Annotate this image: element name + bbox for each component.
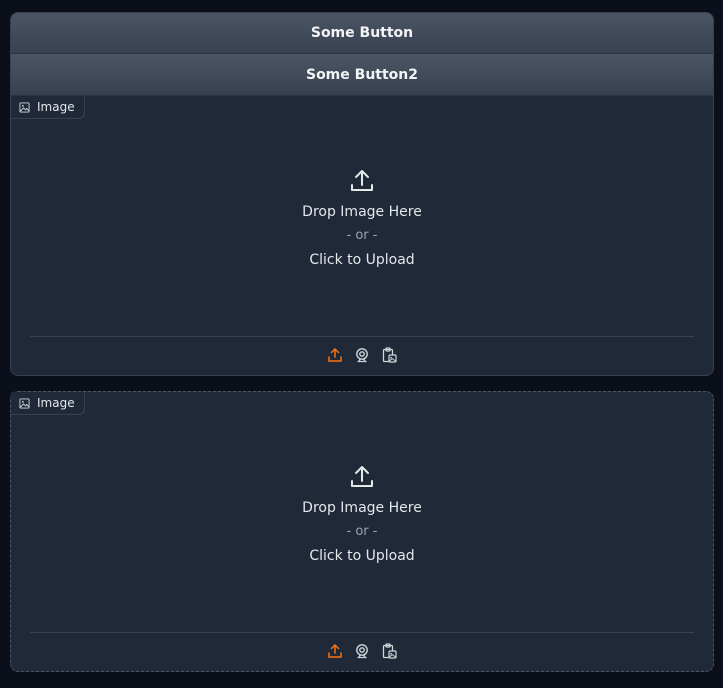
image-label-tag: Image <box>11 392 85 415</box>
app-root: Some Button Some Button2 Image Drop Imag… <box>0 0 723 688</box>
image-upload-component: Image Drop Image Here - or - Click to Up… <box>11 96 713 375</box>
webcam-source-button[interactable] <box>354 642 371 659</box>
image-label-tag: Image <box>11 96 85 119</box>
or-text: - or - <box>346 228 378 243</box>
click-to-upload-text: Click to Upload <box>309 252 415 268</box>
upload-source-button[interactable] <box>327 642 344 659</box>
image-dropzone[interactable]: Drop Image Here - or - Click to Upload <box>11 464 713 568</box>
source-toolbar <box>11 642 713 659</box>
image-icon <box>19 397 30 409</box>
some-button2[interactable]: Some Button2 <box>11 54 713 96</box>
image-dropzone[interactable]: Drop Image Here - or - Click to Upload <box>11 168 713 272</box>
or-text: - or - <box>346 524 378 539</box>
toolbar-divider <box>30 336 694 337</box>
some-button[interactable]: Some Button <box>11 13 713 54</box>
image-upload-component-2: Image Drop Image Here - or - Click to Up… <box>10 391 714 672</box>
clipboard-source-button[interactable] <box>381 346 398 363</box>
upload-source-button[interactable] <box>327 346 344 363</box>
upload-icon <box>328 347 342 362</box>
source-toolbar <box>11 346 713 363</box>
webcam-icon <box>356 643 368 658</box>
image-label: Image <box>37 396 75 410</box>
webcam-source-button[interactable] <box>354 346 371 363</box>
upload-icon <box>351 466 373 487</box>
upload-icon <box>351 170 373 191</box>
drop-image-text: Drop Image Here <box>302 500 422 516</box>
clipboard-icon <box>382 346 397 363</box>
drop-image-text: Drop Image Here <box>302 204 422 220</box>
click-to-upload-text: Click to Upload <box>309 548 415 564</box>
toolbar-divider <box>30 632 694 633</box>
clipboard-source-button[interactable] <box>381 642 398 659</box>
webcam-icon <box>356 347 368 362</box>
upload-icon <box>328 643 342 658</box>
clipboard-icon <box>382 642 397 659</box>
image-label: Image <box>37 100 75 114</box>
image-icon <box>19 101 30 113</box>
block-with-buttons: Some Button Some Button2 Image Drop Imag… <box>10 12 714 376</box>
